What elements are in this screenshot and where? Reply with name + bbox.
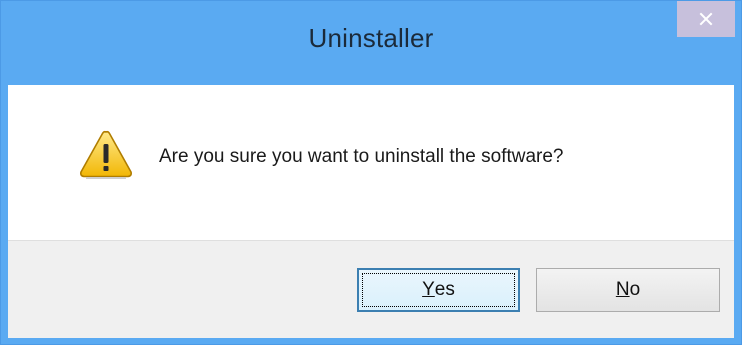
uninstaller-dialog: Uninstaller Are you sure you want to uni… bbox=[0, 0, 742, 345]
confirmation-message: Are you sure you want to uninstall the s… bbox=[159, 146, 564, 167]
yes-label-rest: es bbox=[434, 279, 455, 300]
title-bar[interactable]: Uninstaller bbox=[1, 1, 741, 85]
message-area: Are you sure you want to uninstall the s… bbox=[8, 85, 734, 240]
no-button[interactable]: No bbox=[536, 268, 720, 312]
warning-icon bbox=[78, 128, 134, 180]
no-label-rest: o bbox=[629, 279, 641, 300]
yes-button[interactable]: Yes bbox=[357, 268, 520, 312]
dialog-body: Are you sure you want to uninstall the s… bbox=[8, 85, 734, 338]
yes-mnemonic: Y bbox=[422, 279, 435, 300]
no-mnemonic: N bbox=[615, 279, 630, 300]
close-button[interactable] bbox=[677, 1, 735, 37]
close-icon bbox=[698, 11, 714, 27]
window-title: Uninstaller bbox=[308, 23, 434, 53]
button-bar: Yes No bbox=[8, 240, 734, 338]
